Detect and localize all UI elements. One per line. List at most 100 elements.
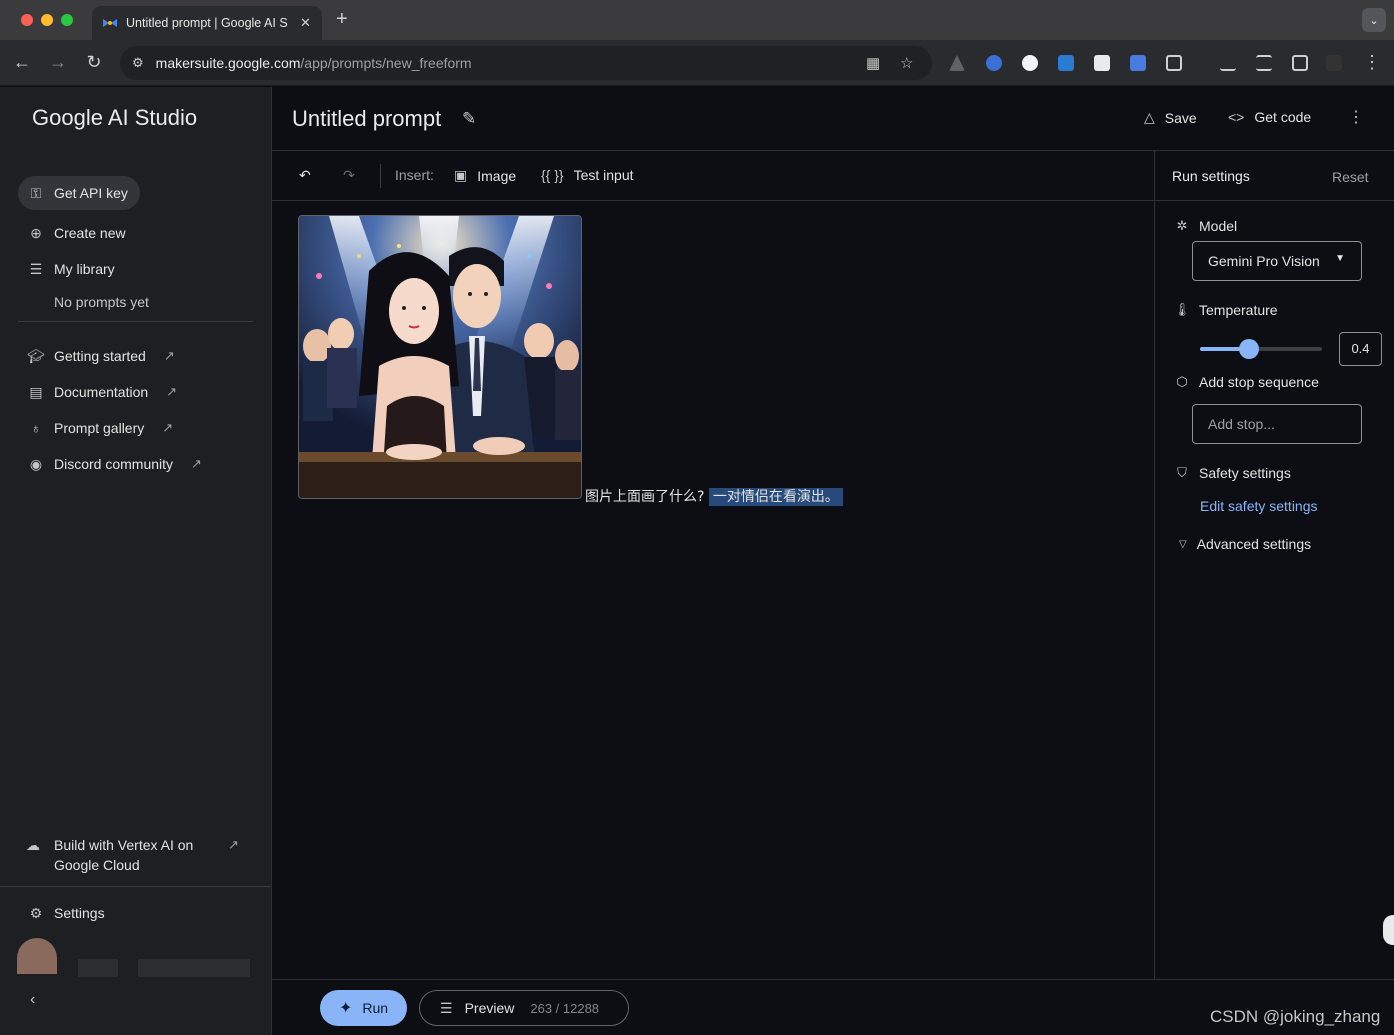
temperature-slider-thumb[interactable] xyxy=(1238,339,1259,359)
advanced-settings-label: Advanced settings xyxy=(1196,536,1312,552)
temperature-slider[interactable] xyxy=(1200,339,1322,359)
model-select[interactable]: Gemini Pro Vision ▼ xyxy=(1192,241,1362,281)
get-code-button[interactable]: <> Get code xyxy=(1228,109,1311,125)
tab-close-icon[interactable]: ✕ xyxy=(300,15,311,31)
model-select-value: Gemini Pro Vision xyxy=(1208,253,1320,269)
editor-toolbar: ↶ ↷ Insert: ▣ Image {{ }} Test input xyxy=(272,151,1154,201)
translate-extension-icon[interactable] xyxy=(1130,55,1146,71)
floating-handle[interactable] xyxy=(1383,915,1394,945)
test-input-label: Test input xyxy=(573,167,634,183)
back-icon[interactable]: ← xyxy=(12,52,32,73)
undo-icon[interactable]: ↶ xyxy=(299,167,311,184)
concert-couple-illustration xyxy=(299,216,581,498)
document-search-icon: ▤ xyxy=(29,383,43,400)
insert-test-input-button[interactable]: {{ }} Test input xyxy=(541,167,634,183)
settings-label: Settings xyxy=(54,905,105,921)
lightbulb-icon: ♁ xyxy=(30,420,42,436)
more-vert-icon[interactable]: ⋮ xyxy=(1348,107,1364,127)
preview-label: Preview xyxy=(464,1000,515,1016)
sidebar-item-discord[interactable]: ◉ Discord community ↗ xyxy=(18,447,202,481)
extension-hex-icon[interactable] xyxy=(1094,55,1110,71)
get-code-label: Get code xyxy=(1254,109,1312,125)
redo-icon[interactable]: ↷ xyxy=(343,167,355,184)
avatar[interactable] xyxy=(17,938,57,974)
vertex-label: Build with Vertex AI on Google Cloud xyxy=(54,837,194,873)
labs-flask-icon[interactable] xyxy=(1220,55,1236,71)
translate-icon[interactable]: ▦ xyxy=(866,54,880,72)
app-brand: Google AI Studio xyxy=(32,105,198,130)
browser-tab[interactable]: Untitled prompt | Google AI S ✕ xyxy=(92,6,322,40)
temperature-input[interactable]: 0.4 xyxy=(1339,332,1382,366)
library-icon: ☰ xyxy=(29,260,43,277)
minimize-window-button[interactable] xyxy=(41,14,53,26)
settings-button[interactable]: ⚙ Settings xyxy=(18,896,105,930)
extension-blue-icon[interactable] xyxy=(986,55,1002,71)
drive-icon: △ xyxy=(1144,109,1155,125)
thermometer-icon: 🌡︎ xyxy=(1173,302,1191,317)
run-button[interactable]: ✦ Run xyxy=(320,990,407,1026)
puzzle-extension-icon[interactable] xyxy=(1166,55,1182,71)
sidebar-item-documentation[interactable]: ▤ Documentation ↗ xyxy=(18,375,177,409)
documentation-label: Documentation xyxy=(54,384,149,400)
model-label: ✲ Model xyxy=(1173,218,1238,234)
insert-image-button[interactable]: ▣ Image xyxy=(454,167,516,184)
create-new-label: Create new xyxy=(54,225,126,241)
no-prompts-text: No prompts yet xyxy=(54,294,149,310)
profile-icon[interactable] xyxy=(1326,55,1342,71)
preview-button[interactable]: ☰ Preview 263 / 12288 xyxy=(419,990,629,1026)
maximize-window-button[interactable] xyxy=(61,14,73,26)
forward-icon[interactable]: → xyxy=(48,52,68,73)
key-icon: ⚿ xyxy=(30,184,42,201)
bookmark-star-icon[interactable]: ☆ xyxy=(900,54,913,72)
reset-button[interactable]: Reset xyxy=(1332,169,1369,185)
my-library-label: My library xyxy=(54,261,115,277)
discord-icon: ◉ xyxy=(29,455,43,472)
new-tab-button[interactable]: + xyxy=(336,8,348,31)
braces-icon: {{ }} xyxy=(541,167,564,183)
watermark-text: CSDN @joking_zhang xyxy=(1210,1007,1381,1026)
edit-pencil-icon[interactable]: ✎ xyxy=(462,109,476,129)
extension-image-icon[interactable] xyxy=(1058,55,1074,71)
sidebar: Google AI Studio ⚿ Get API key ⊕ Create … xyxy=(0,87,272,1035)
prompt-text[interactable]: 图片上面画了什么? 一对情侣在看演出。 xyxy=(585,486,843,506)
url-text: makersuite.google.com/app/prompts/new_fr… xyxy=(155,55,472,71)
sidebar-item-prompt-gallery[interactable]: ♁ Prompt gallery ↗ xyxy=(18,411,173,445)
save-button[interactable]: △ Save xyxy=(1144,109,1197,126)
edit-safety-settings-link[interactable]: Edit safety settings xyxy=(1200,498,1318,514)
temperature-label: 🌡︎ Temperature xyxy=(1173,302,1278,318)
extension-circle-icon[interactable] xyxy=(1022,55,1038,71)
address-bar[interactable]: ⚙ makersuite.google.com/app/prompts/new_… xyxy=(120,46,932,80)
model-icon: ✲ xyxy=(1176,218,1188,233)
redacted-account xyxy=(138,959,250,977)
sidebar-divider xyxy=(0,886,271,887)
sidebar-item-getting-started[interactable]: 🎓︎ Getting started ↗ xyxy=(18,339,175,373)
external-link-icon: ↗ xyxy=(228,837,239,852)
media-control-icon[interactable] xyxy=(1256,55,1272,71)
collapse-sidebar-icon[interactable]: ‹ xyxy=(30,991,35,1009)
stop-sequence-input[interactable] xyxy=(1192,404,1362,444)
get-api-key-button[interactable]: ⚿ Get API key xyxy=(18,176,140,210)
reload-icon[interactable]: ↻ xyxy=(84,52,104,73)
my-library-button[interactable]: ☰ My library xyxy=(18,252,115,286)
toolbar-divider xyxy=(380,164,381,188)
side-panel-icon[interactable] xyxy=(1292,55,1308,71)
add-circle-icon: ⊕ xyxy=(30,224,42,241)
close-window-button[interactable] xyxy=(21,14,33,26)
drive-extension-icon[interactable] xyxy=(949,55,965,71)
prompt-editor[interactable]: 图片上面画了什么? 一对情侣在看演出。 xyxy=(272,201,1154,979)
create-new-button[interactable]: ⊕ Create new xyxy=(18,216,126,250)
browser-menu-icon[interactable]: ⋮ xyxy=(1362,52,1382,73)
dropdown-arrow-icon: ▼ xyxy=(1335,253,1345,264)
gear-icon: ⚙ xyxy=(29,904,43,921)
prompt-image[interactable] xyxy=(298,215,582,499)
cloud-icon: ☁ xyxy=(26,837,40,853)
run-settings-title: Run settings xyxy=(1172,168,1250,184)
site-info-icon[interactable]: ⚙ xyxy=(132,55,144,71)
page-title[interactable]: Untitled prompt xyxy=(292,106,441,132)
advanced-settings-toggle[interactable]: ▽ Advanced settings xyxy=(1179,536,1311,552)
model-label-text: Model xyxy=(1199,218,1238,234)
getting-started-label: Getting started xyxy=(54,348,146,364)
tab-search-button[interactable]: ⌄ xyxy=(1362,8,1386,32)
code-icon: <> xyxy=(1228,109,1245,125)
sparkle-icon: ✦ xyxy=(338,1000,353,1017)
